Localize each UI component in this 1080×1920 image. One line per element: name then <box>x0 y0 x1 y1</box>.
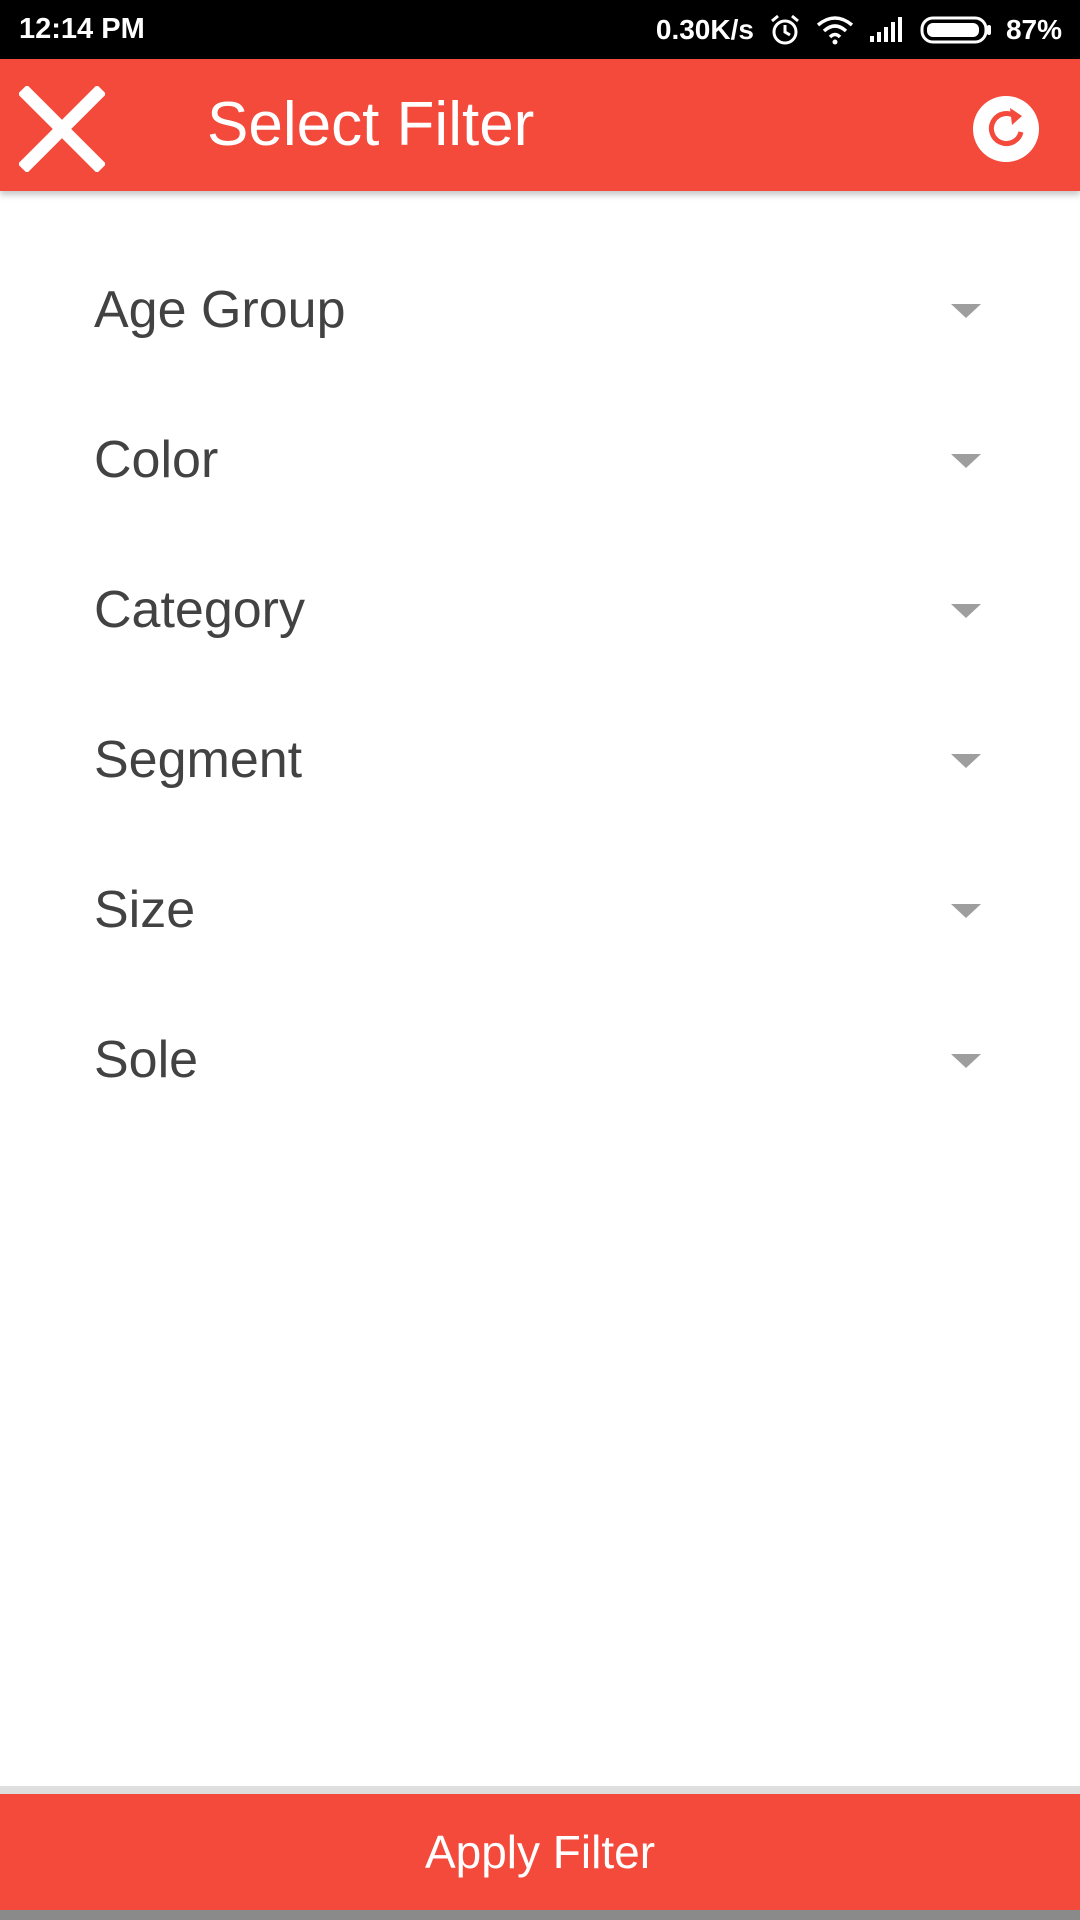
bottom-divider <box>0 1786 1080 1794</box>
refresh-icon <box>972 95 1040 168</box>
apply-filter-button[interactable]: Apply Filter <box>0 1794 1080 1910</box>
dropdown-arrow-icon <box>951 604 981 618</box>
filter-label: Category <box>94 581 305 639</box>
close-button[interactable] <box>16 84 108 177</box>
battery-percent: 87% <box>1005 13 1062 45</box>
filter-row-sole[interactable]: Sole <box>0 1000 1080 1150</box>
navigation-strip <box>0 1910 1080 1920</box>
app-bar: Select Filter <box>0 59 1080 191</box>
dropdown-arrow-icon <box>951 1054 981 1068</box>
dropdown-arrow-icon <box>951 454 981 468</box>
filter-label: Age Group <box>94 281 346 339</box>
status-icons: 0.30K/s 87% <box>656 0 1062 59</box>
dropdown-arrow-icon <box>951 904 981 918</box>
filter-label: Segment <box>94 731 303 789</box>
filter-list: Age Group Color Category Segment Size So… <box>0 250 1080 1150</box>
wifi-icon <box>816 15 854 45</box>
close-icon <box>17 84 107 177</box>
filter-label: Sole <box>94 1031 199 1089</box>
page-title: Select Filter <box>207 90 535 159</box>
dropdown-arrow-icon <box>951 304 981 318</box>
status-time: 12:14 PM <box>19 13 145 45</box>
filter-label: Size <box>94 881 196 939</box>
filter-screen: 12:14 PM 0.30K/s 87% Select Filter Age G… <box>0 0 1080 1920</box>
filter-row-color[interactable]: Color <box>0 400 1080 550</box>
reset-button[interactable] <box>972 95 1040 168</box>
network-speed: 0.30K/s <box>655 13 754 45</box>
filter-label: Color <box>94 431 219 489</box>
filter-row-segment[interactable]: Segment <box>0 700 1080 850</box>
battery-icon <box>920 15 992 45</box>
signal-icon <box>868 16 906 44</box>
filter-row-age-group[interactable]: Age Group <box>0 250 1080 400</box>
dropdown-arrow-icon <box>951 754 981 768</box>
filter-row-category[interactable]: Category <box>0 550 1080 700</box>
alarm-icon <box>768 13 802 47</box>
status-bar: 12:14 PM 0.30K/s 87% <box>0 0 1080 59</box>
filter-row-size[interactable]: Size <box>0 850 1080 1000</box>
